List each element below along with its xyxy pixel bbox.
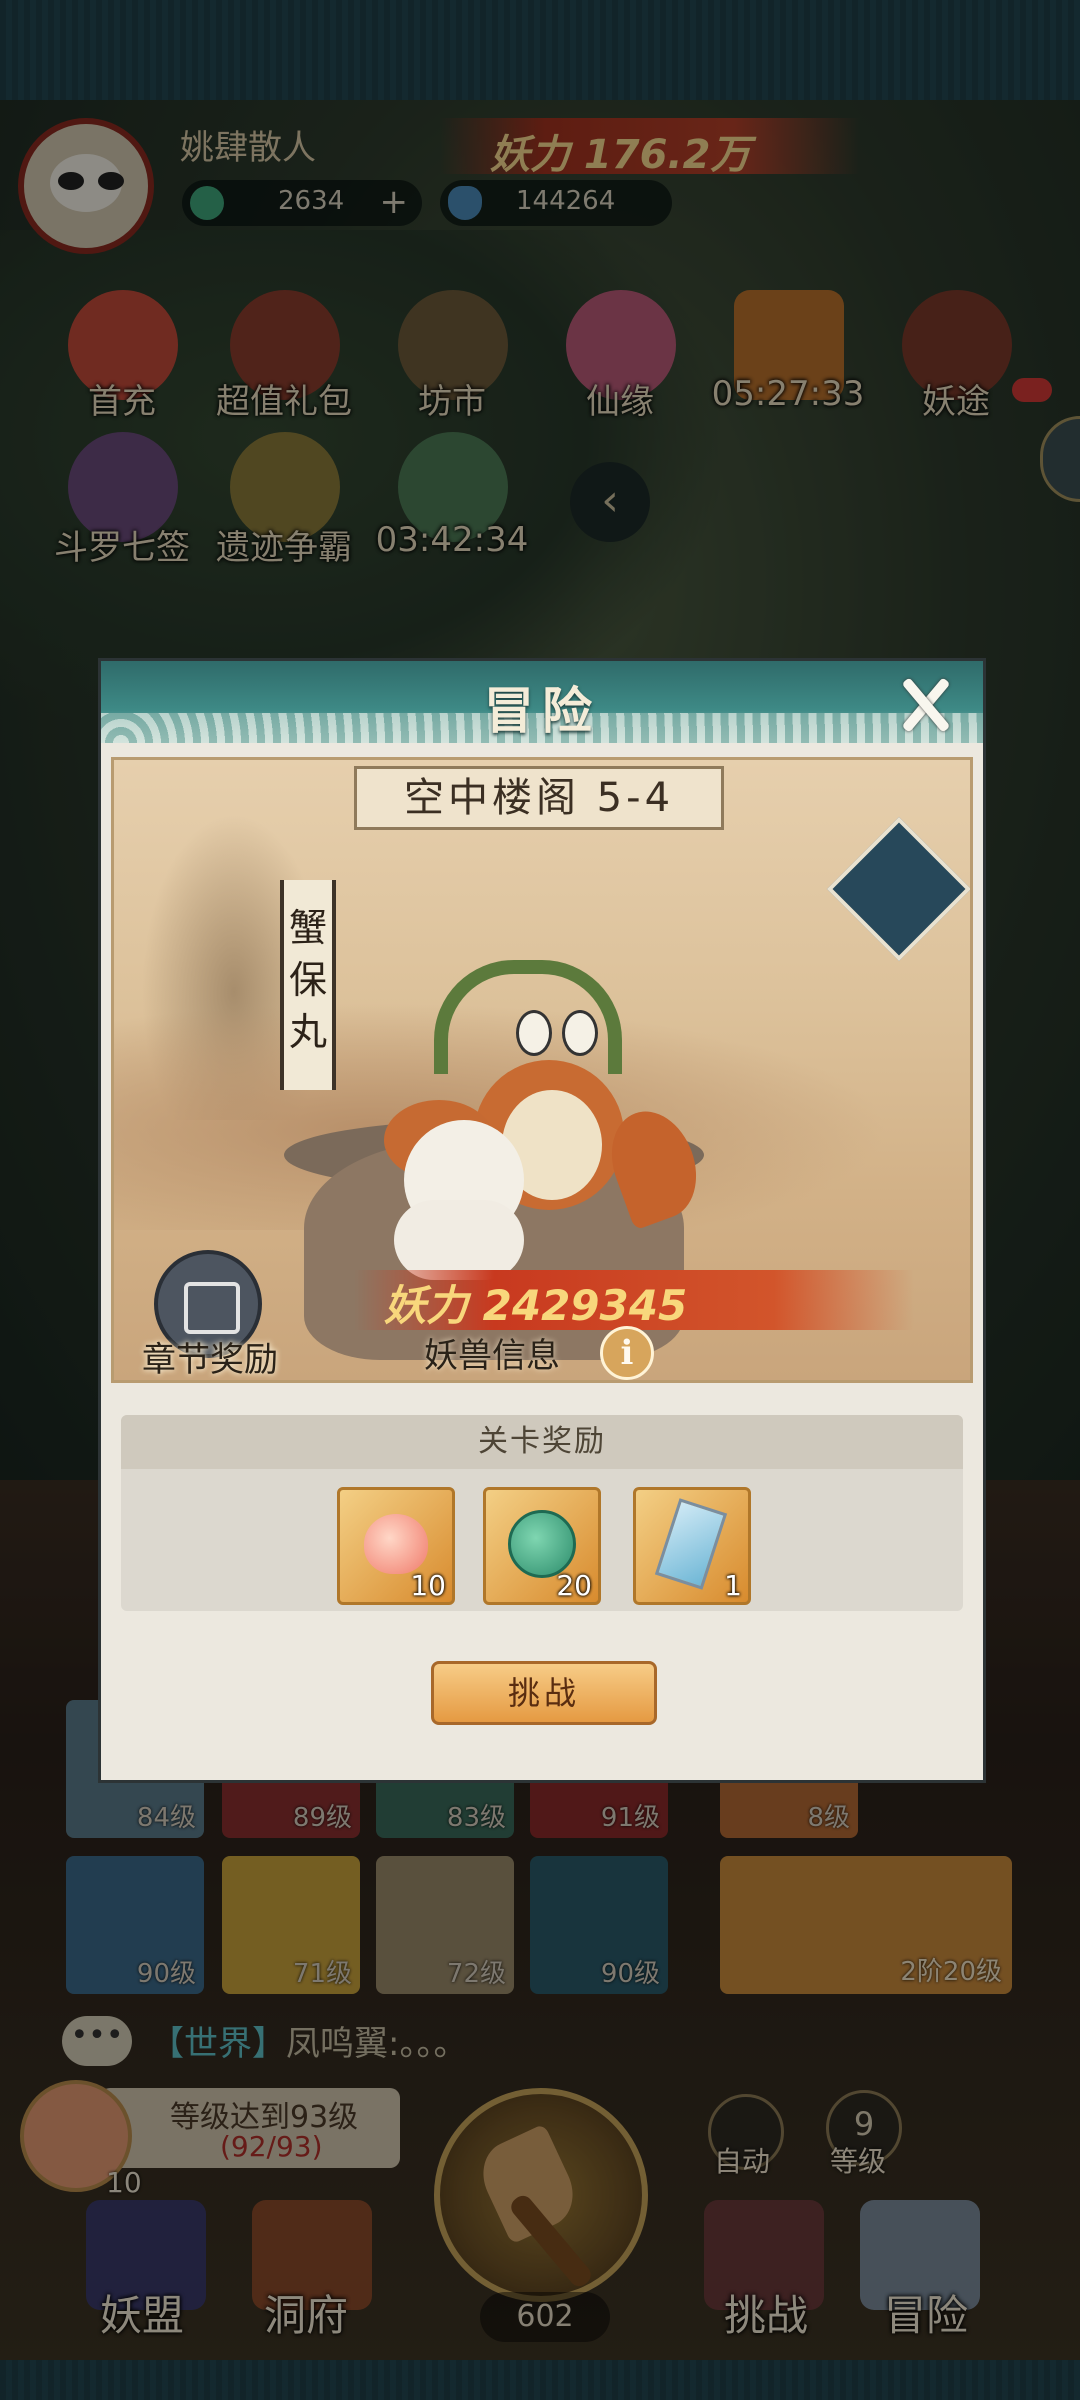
crab-eye [516,1010,552,1056]
challenge-button[interactable]: 挑战 [431,1661,657,1725]
stage-scene: 空中楼阁 5-4 蟹保丸 章节奖励 妖力 2429345 妖兽信息 i [111,757,973,1383]
crab-eye [562,1010,598,1056]
info-icon[interactable]: i [600,1326,654,1380]
beast-info-label[interactable]: 妖兽信息 [424,1328,560,1377]
boss-power-strip: 妖力 2429345 [354,1270,914,1330]
ticket-icon [654,1498,728,1590]
rewards-title: 关卡奖励 [121,1415,963,1469]
pet-lion-body [394,1200,524,1280]
reward-item-jade[interactable]: 20 [483,1487,601,1605]
stage-rewards-panel: 关卡奖励 10 20 1 [121,1415,963,1611]
jade-icon [508,1510,576,1578]
reward-qty: 10 [410,1569,446,1602]
boss-power-value: 妖力 2429345 [384,1281,688,1330]
close-icon[interactable] [891,669,959,737]
reward-item-peach[interactable]: 10 [337,1487,455,1605]
peach-icon [364,1514,428,1574]
reward-qty: 1 [724,1569,742,1602]
reward-item-ticket[interactable]: 1 [633,1487,751,1605]
boss-name-scroll: 蟹保丸 [280,880,336,1090]
reward-qty: 20 [556,1569,592,1602]
boss-avatar-icon[interactable] [826,816,970,962]
modal-header: 冒险 [101,661,983,743]
modal-title: 冒险 [484,682,600,740]
stage-name: 空中楼阁 5-4 [354,766,724,830]
chest-icon [184,1282,240,1334]
adventure-modal: 冒险 空中楼阁 5-4 蟹保丸 章节奖励 妖力 2429345 妖兽信息 i 关… [98,658,986,1783]
chapter-reward-label[interactable]: 章节奖励 [142,1332,278,1380]
